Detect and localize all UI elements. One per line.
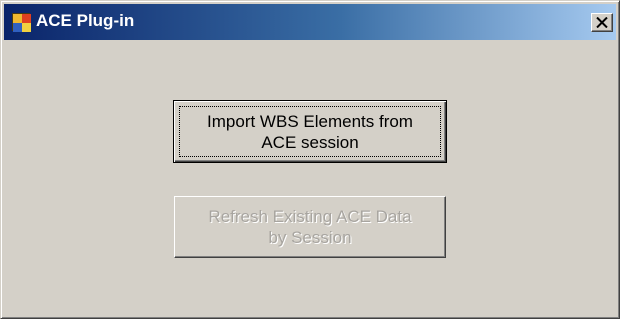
app-windows-icon — [12, 13, 31, 32]
close-icon — [596, 17, 608, 28]
plugin-window: ACE Plug-in Import WBS Elements from ACE… — [0, 0, 620, 319]
refresh-ace-data-button-label: Refresh Existing ACE Data by Session — [208, 207, 412, 247]
window-title: ACE Plug-in — [36, 11, 135, 30]
import-wbs-button-label: Import WBS Elements from ACE session — [207, 111, 413, 152]
refresh-ace-data-button[interactable]: Refresh Existing ACE Data by Session — [174, 196, 446, 258]
title-bar[interactable]: ACE Plug-in — [4, 4, 616, 40]
import-wbs-button[interactable]: Import WBS Elements from ACE session — [173, 100, 447, 163]
close-button[interactable] — [591, 13, 613, 32]
